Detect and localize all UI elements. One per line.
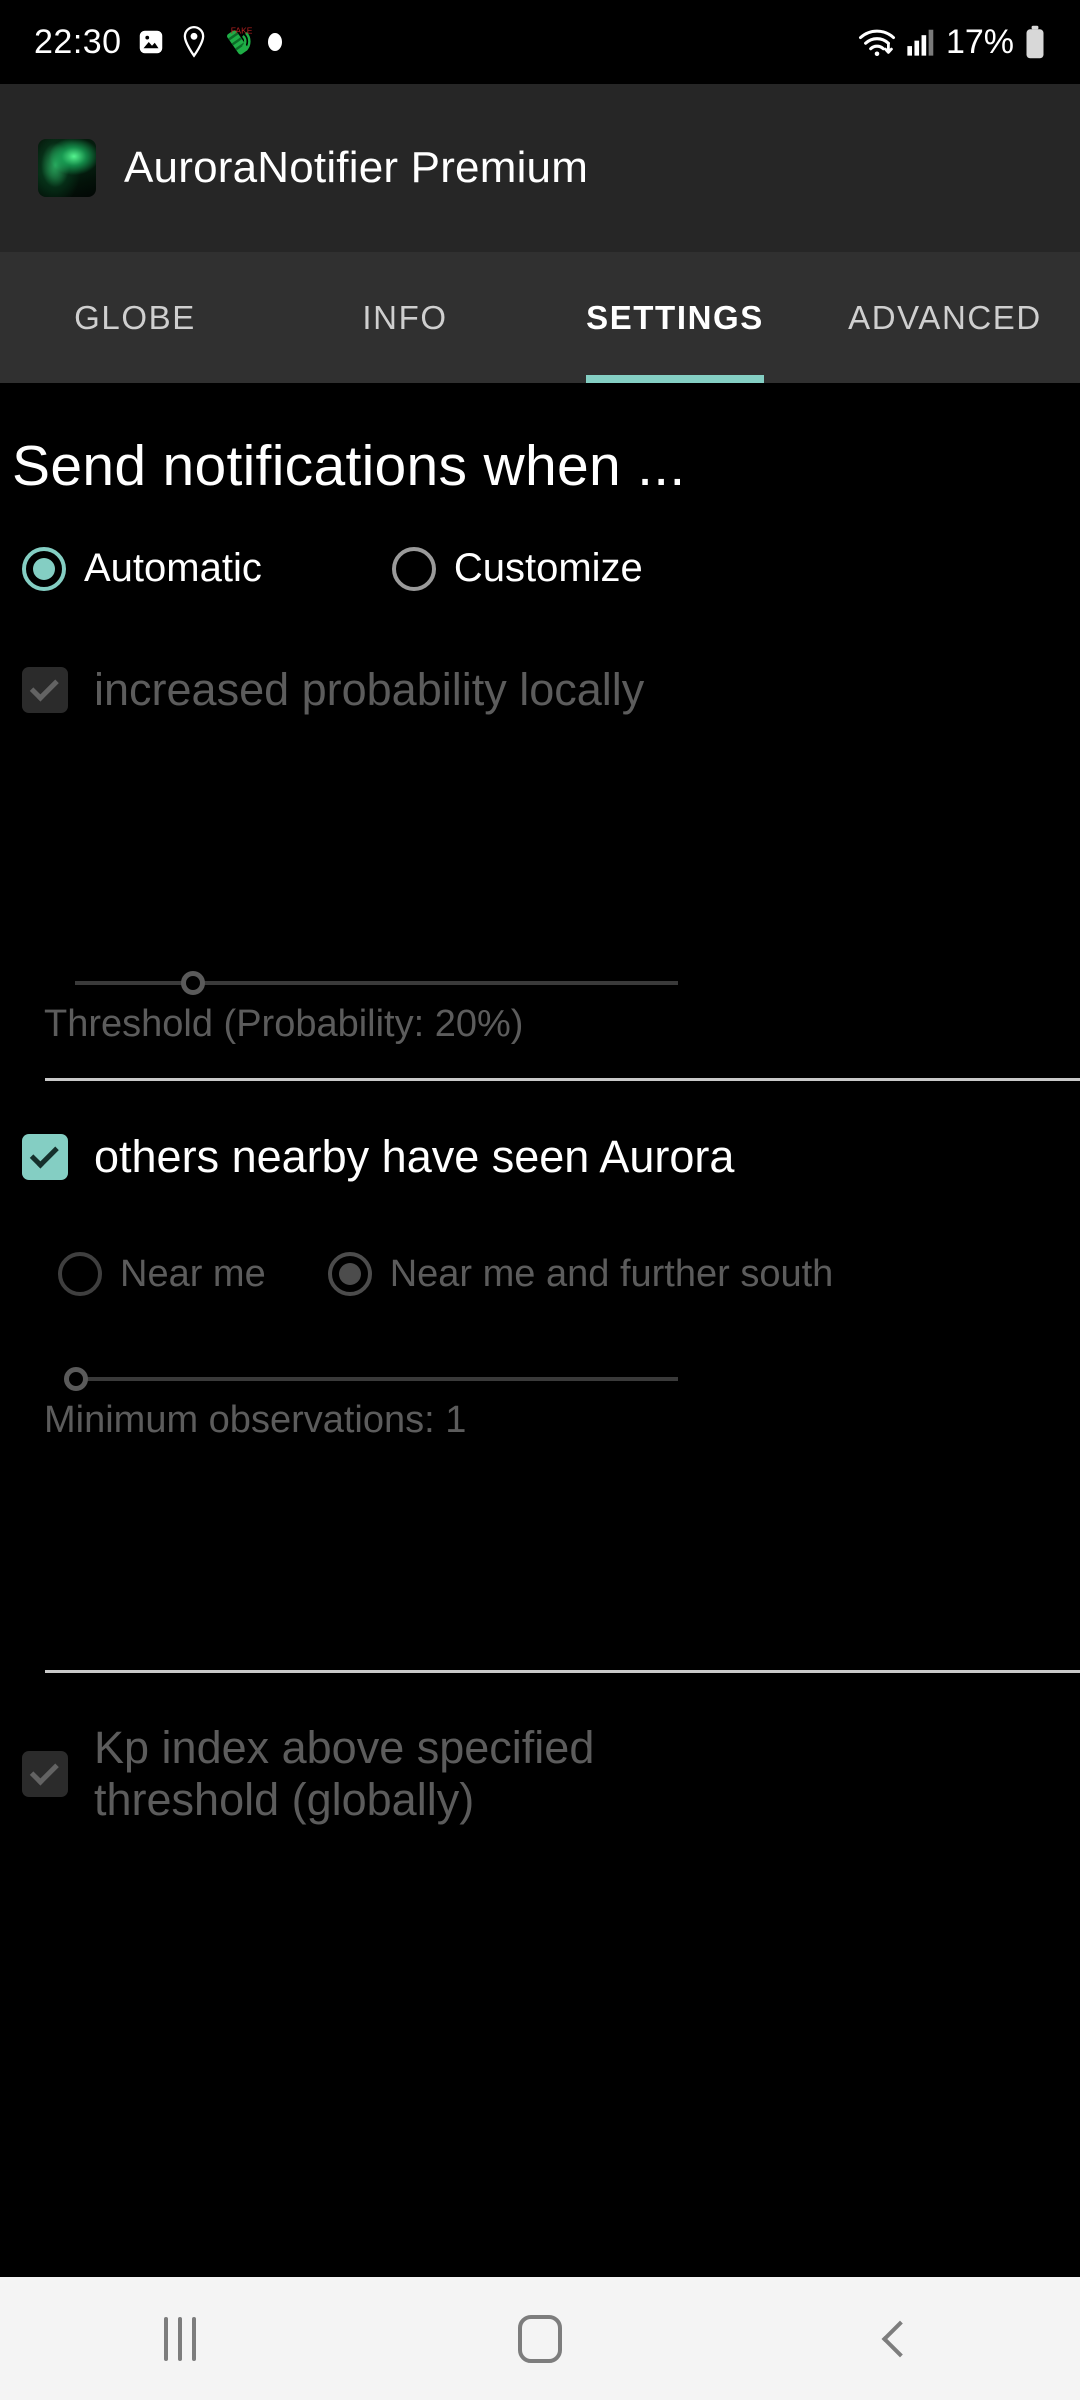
section-divider-1: [45, 1078, 1080, 1081]
checkbox-others-nearby-icon[interactable]: [22, 1134, 68, 1180]
tab-info-label: INFO: [362, 298, 448, 336]
back-button[interactable]: [810, 2277, 990, 2400]
tab-advanced-label: ADVANCED: [848, 298, 1042, 336]
image-icon: [136, 27, 166, 57]
option-others-nearby[interactable]: others nearby have seen Aurora: [22, 1131, 734, 1183]
scope-option-near-me-and-further-south[interactable]: Near me and further south: [327, 1252, 834, 1296]
tab-info[interactable]: INFO: [270, 252, 540, 383]
app-bar: AuroraNotifier Premium: [0, 84, 1080, 252]
tab-bar: GLOBE INFO SETTINGS ADVANCED: [0, 252, 1080, 383]
scope-option-near-me[interactable]: Near me: [58, 1252, 266, 1296]
dot-icon: [267, 33, 282, 51]
mode-option-automatic-label: Automatic: [84, 546, 262, 590]
fake-gps-icon: FAKE: [222, 25, 254, 59]
radio-customize-icon[interactable]: [391, 546, 436, 591]
tab-settings-label: SETTINGS: [586, 298, 764, 336]
recents-icon: [164, 2316, 196, 2361]
slider-minimum-observations[interactable]: [64, 1359, 678, 1399]
mode-option-automatic[interactable]: Automatic: [22, 546, 262, 591]
tab-globe[interactable]: GLOBE: [0, 252, 270, 383]
scope-option-near-me-label: Near me: [120, 1252, 266, 1295]
option-kp-index-label: Kp index above specified threshold (glob…: [94, 1722, 595, 1825]
section-divider-2: [45, 1670, 1080, 1673]
tab-globe-label: GLOBE: [74, 298, 196, 336]
home-button[interactable]: [450, 2277, 630, 2400]
status-bar-right: 17%: [858, 23, 1046, 62]
mode-option-customize-label: Customize: [453, 546, 643, 590]
cellular-signal-icon: [906, 27, 936, 57]
slider-probability-threshold[interactable]: [75, 963, 678, 1003]
status-bar-clock: 22:30: [34, 22, 122, 61]
status-bar: 22:30 FAKE 17%: [0, 0, 1080, 84]
radio-near-me-and-further-south-icon[interactable]: [327, 1252, 372, 1296]
status-bar-left: 22:30 FAKE: [34, 23, 282, 62]
option-increased-probability[interactable]: increased probability locally: [22, 664, 644, 716]
home-icon: [518, 2314, 562, 2363]
phone-screen: 22:30 FAKE 17% AuroraNotifier Premium GL…: [0, 0, 1080, 2400]
app-logo-icon: [38, 139, 96, 197]
radio-near-me-icon[interactable]: [58, 1252, 102, 1296]
location-pin-icon: [180, 26, 208, 58]
notification-mode-group: Automatic Customize: [22, 546, 643, 591]
checkbox-increased-probability-icon[interactable]: [22, 667, 68, 713]
scope-option-near-me-and-further-south-label: Near me and further south: [389, 1252, 834, 1295]
tab-advanced[interactable]: ADVANCED: [810, 252, 1080, 383]
battery-icon: [1024, 25, 1046, 59]
option-increased-probability-label: increased probability locally: [94, 664, 645, 715]
svg-text:FAKE: FAKE: [230, 26, 252, 36]
slider-minimum-observations-track: [76, 1377, 678, 1381]
battery-percent-label: 17%: [945, 22, 1014, 61]
system-nav-bar: [0, 2277, 1080, 2400]
slider-probability-track: [75, 981, 678, 985]
slider-minimum-observations-caption: Minimum observations: 1: [44, 1399, 467, 1441]
slider-minimum-observations-thumb[interactable]: [64, 1367, 88, 1391]
app-title: AuroraNotifier Premium: [124, 143, 589, 192]
radio-automatic-icon[interactable]: [22, 546, 66, 591]
mode-option-customize[interactable]: Customize: [391, 546, 643, 591]
checkbox-kp-index-icon[interactable]: [22, 1751, 68, 1797]
settings-content: Send notifications when ... Automatic Cu…: [0, 383, 1080, 2277]
page-heading: Send notifications when ...: [12, 434, 686, 498]
back-icon: [881, 2320, 919, 2357]
option-others-nearby-label: others nearby have seen Aurora: [94, 1131, 735, 1182]
wifi-icon: [858, 25, 896, 59]
tab-settings[interactable]: SETTINGS: [540, 252, 810, 383]
recents-button[interactable]: [90, 2277, 270, 2400]
slider-probability-caption: Threshold (Probability: 20%): [44, 1003, 524, 1045]
nearby-scope-group: Near me Near me and further south: [58, 1252, 833, 1296]
option-kp-index[interactable]: Kp index above specified threshold (glob…: [22, 1722, 1022, 1826]
slider-probability-thumb[interactable]: [180, 971, 205, 995]
